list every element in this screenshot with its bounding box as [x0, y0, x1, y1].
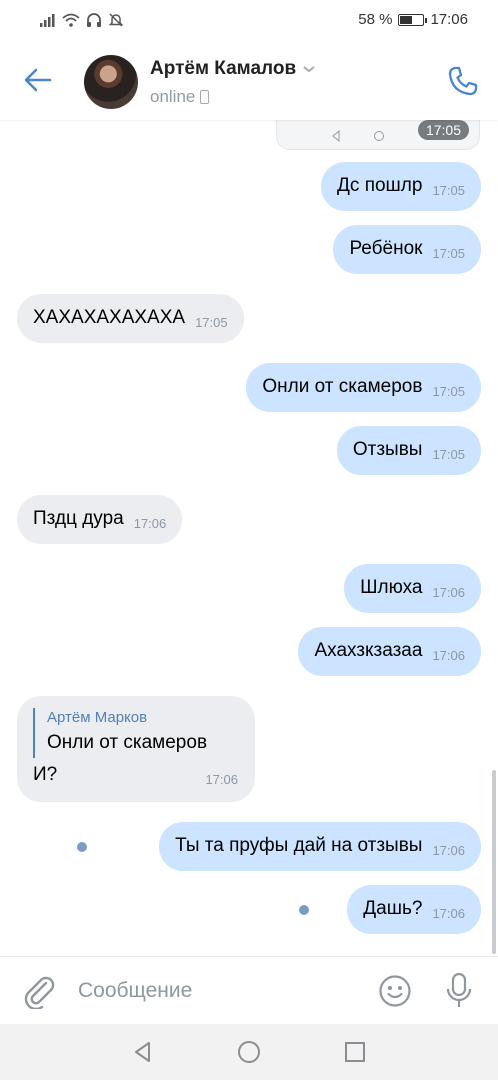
signal-icon — [40, 14, 55, 27]
message-text: Шлюха — [360, 577, 423, 598]
message-text: Дашь? — [363, 898, 423, 919]
message-text: И? — [33, 764, 58, 785]
message-text: Отзывы — [352, 439, 423, 460]
message-time: 17:05 — [432, 183, 465, 198]
emoji-icon[interactable] — [378, 974, 412, 1008]
chat-header: Артём Камалов online — [0, 42, 498, 120]
message-bubble[interactable]: Ребёнок 17:05 — [333, 225, 481, 274]
mute-icon — [108, 13, 124, 27]
status-icons-right: 58 % 17:06 — [358, 11, 468, 28]
headset-icon — [87, 12, 101, 27]
nav-home-thumbnail-icon — [374, 131, 384, 141]
message-time: 17:06 — [133, 516, 167, 531]
quoted-author: Артём Марков — [47, 709, 148, 726]
nav-back-icon[interactable] — [129, 1038, 157, 1066]
quoted-message[interactable]: Артём Марков Онли от скамеров — [33, 708, 239, 758]
message-time: 17:06 — [432, 585, 465, 600]
quoted-text: Онли от скамеров — [47, 732, 208, 753]
mobile-device-icon — [200, 90, 210, 104]
contact-status: online — [150, 87, 210, 107]
phone-call-icon[interactable] — [446, 64, 480, 98]
message-time: 17:05 — [195, 315, 228, 330]
nav-back-thumbnail-icon — [332, 130, 340, 142]
message-time: 17:06 — [432, 906, 465, 921]
message-bubble[interactable]: Дашь? 17:06 — [347, 885, 481, 934]
unread-indicator — [299, 905, 309, 915]
chevron-down-icon — [303, 66, 315, 73]
message-bubble[interactable]: Отзывы 17:05 — [336, 426, 481, 475]
message-bubble[interactable]: Онли от скамеров 17:05 — [246, 363, 481, 412]
battery-fill — [400, 15, 413, 24]
message-text: Дс пошлр — [337, 175, 423, 196]
contact-avatar[interactable] — [84, 55, 138, 109]
paperclip-icon[interactable] — [22, 973, 56, 1009]
status-icons-left — [40, 12, 124, 28]
message-list[interactable]: 17:05 Дс пошлр 17:05 Ребёнок 17:05 ХАХАХАХ… — [0, 120, 498, 956]
online-status-text: online — [150, 87, 196, 106]
message-composer — [0, 956, 498, 1024]
nav-recents-icon[interactable] — [341, 1038, 369, 1066]
reply-message-bubble[interactable]: Артём Марков Онли от скамеров И? 17:06 — [17, 696, 255, 802]
system-navigation-bar — [0, 1024, 498, 1080]
message-text: ХАХАХАХАХАХА — [33, 307, 186, 328]
wifi-icon — [62, 13, 80, 27]
message-text: Онли от скамеров — [262, 376, 423, 397]
contact-name: Артём Камалов — [150, 58, 297, 79]
message-bubble[interactable]: Шлюха 17:06 — [344, 564, 481, 613]
message-text: Пздц дура — [33, 508, 124, 529]
nav-home-icon[interactable] — [235, 1038, 263, 1066]
message-text: Ахахзкзазаа — [314, 640, 423, 661]
message-text: Ты та пруфы дай на отзывы — [175, 835, 423, 856]
contact-title[interactable]: Артём Камалов — [150, 58, 316, 80]
battery-icon — [398, 13, 428, 26]
message-bubble[interactable]: Дс пошлр 17:05 — [321, 162, 481, 211]
message-text: Ребёнок — [349, 238, 423, 259]
battery-percent: 58 % — [358, 11, 393, 28]
message-bubble[interactable]: ХАХАХАХАХАХА 17:05 — [17, 294, 244, 343]
message-time: 17:05 — [432, 384, 465, 399]
microphone-icon[interactable] — [444, 972, 474, 1010]
back-arrow-icon[interactable] — [22, 64, 54, 96]
message-time: 17:06 — [432, 648, 465, 663]
message-time: 17:05 — [432, 246, 465, 261]
message-time: 17:05 — [432, 447, 465, 462]
chat-scrollbar[interactable] — [492, 770, 496, 954]
message-bubble[interactable]: Ахахзкзазаа 17:06 — [298, 627, 481, 676]
partial-message-time: 17:05 — [417, 120, 469, 140]
partial-message-bubble[interactable]: 17:05 — [276, 120, 480, 150]
unread-indicator — [77, 842, 87, 852]
message-input[interactable] — [78, 973, 358, 1009]
status-clock: 17:06 — [430, 11, 468, 28]
status-bar: 58 % 17:06 — [0, 0, 498, 42]
message-time: 17:06 — [205, 772, 238, 787]
message-time: 17:06 — [432, 843, 465, 858]
message-bubble[interactable]: Пздц дура 17:06 — [17, 495, 183, 544]
message-bubble[interactable]: Ты та пруфы дай на отзывы 17:06 — [159, 822, 481, 871]
